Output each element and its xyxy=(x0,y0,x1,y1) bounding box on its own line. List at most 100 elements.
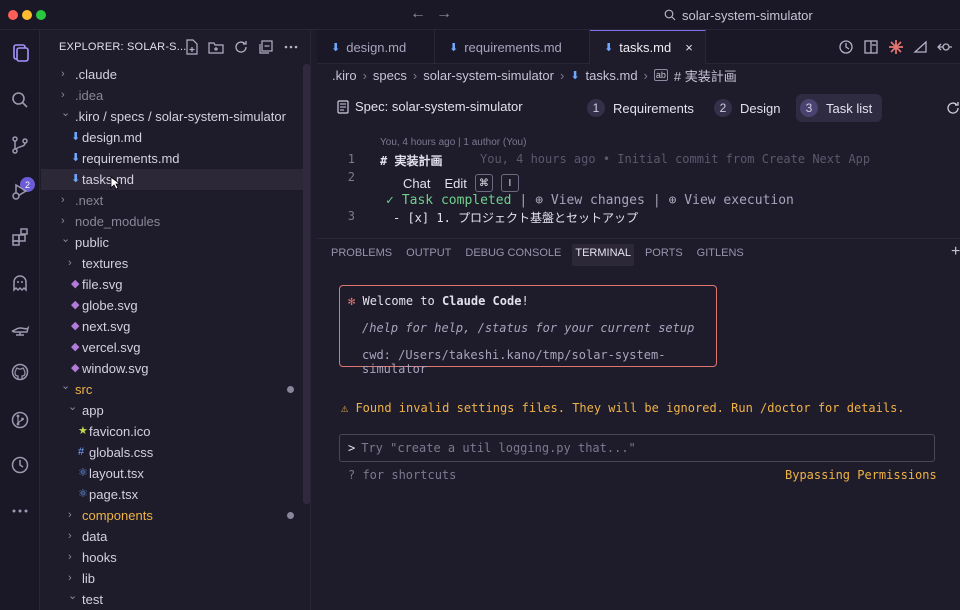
tree-item-layout-tsx[interactable]: ⚛ layout.tsx xyxy=(41,463,303,484)
breadcrumb-heading[interactable]: # 実装計画 xyxy=(674,66,737,85)
tab-output[interactable]: OUTPUT xyxy=(403,244,454,266)
breadcrumb-file[interactable]: tasks.md xyxy=(586,68,638,83)
tree-item-window-svg[interactable]: ◆ window.svg xyxy=(41,358,303,379)
open-preview-icon[interactable] xyxy=(863,39,879,55)
lamp-icon[interactable] xyxy=(0,313,40,343)
tab-label: tasks.md xyxy=(619,40,672,55)
tab-tasks-md[interactable]: ⬇ tasks.md × xyxy=(590,30,706,64)
collapse-all-icon[interactable] xyxy=(258,39,274,55)
zoom-window-button[interactable] xyxy=(36,10,46,20)
chevron-down-icon[interactable]: ⌄ xyxy=(61,229,70,250)
chevron-down-icon[interactable]: ⌄ xyxy=(61,376,70,397)
source-control-icon[interactable] xyxy=(0,130,40,160)
tab-debug-console[interactable]: DEBUG CONSOLE xyxy=(462,244,564,266)
search-icon[interactable] xyxy=(0,85,40,115)
chevron-right-icon[interactable]: › xyxy=(61,190,65,211)
tree-item-requirements-md[interactable]: ⬇ requirements.md xyxy=(41,148,303,169)
tree-item-globe-svg[interactable]: ◆ globe.svg xyxy=(41,295,303,316)
history-icon[interactable] xyxy=(838,39,854,55)
tree-item-node-modules[interactable]: › node_modules xyxy=(41,211,303,232)
claude-prompt-input[interactable]: > Try "create a util logging.py that..." xyxy=(339,434,935,462)
tab-problems[interactable]: PROBLEMS xyxy=(328,244,395,266)
git-graph-icon[interactable] xyxy=(0,405,40,435)
inline-blame: You, 4 hours ago • Initial commit from C… xyxy=(480,152,871,166)
tree-item-tasks-md[interactable]: ⬇ tasks.md xyxy=(41,169,303,190)
breadcrumb: .kiro › specs › solar-system-simulator ›… xyxy=(332,64,737,86)
settings-warning: ⚠ Found invalid settings files. They wil… xyxy=(341,401,905,415)
step-number: 1 xyxy=(587,99,605,117)
edit-button[interactable]: Edit xyxy=(444,176,466,191)
step-design[interactable]: 2 Design xyxy=(710,94,790,122)
tree-item-app[interactable]: ⌄ app xyxy=(41,400,303,421)
tree-item-next-svg[interactable]: ◆ next.svg xyxy=(41,316,303,337)
breadcrumb-kiro[interactable]: .kiro xyxy=(332,68,357,83)
breadcrumb-project[interactable]: solar-system-simulator xyxy=(423,68,554,83)
chevron-right-icon[interactable]: › xyxy=(68,526,72,547)
refresh-icon[interactable] xyxy=(945,100,960,116)
tree-item-textures[interactable]: › textures xyxy=(41,253,303,274)
refresh-icon[interactable] xyxy=(233,39,249,55)
close-window-button[interactable] xyxy=(8,10,18,20)
claude-spark-icon[interactable] xyxy=(888,39,904,55)
explorer-icon[interactable] xyxy=(0,38,40,68)
minimize-window-button[interactable] xyxy=(22,10,32,20)
back-arrow-icon[interactable]: ← xyxy=(410,5,426,23)
tree-item-components[interactable]: › components xyxy=(41,505,303,526)
tree-item-claude[interactable]: › .claude xyxy=(41,64,303,85)
chevron-right-icon[interactable]: › xyxy=(68,253,72,274)
new-folder-icon[interactable] xyxy=(208,39,224,55)
tree-item-label: page.tsx xyxy=(89,487,139,502)
tree-item-label: node_modules xyxy=(75,214,161,229)
chevron-down-icon[interactable]: ⌄ xyxy=(61,103,70,124)
github-icon[interactable] xyxy=(0,357,40,387)
breadcrumb-specs[interactable]: specs xyxy=(373,68,407,83)
tree-item-data[interactable]: › data xyxy=(41,526,303,547)
close-tab-icon[interactable]: × xyxy=(685,40,693,55)
activity-bar: 2 xyxy=(0,30,40,610)
tree-item-page-tsx[interactable]: ⚛ page.tsx xyxy=(41,484,303,505)
chat-button[interactable]: Chat xyxy=(403,176,430,191)
new-file-icon[interactable] xyxy=(184,39,200,55)
codelens-blame[interactable]: You, 4 hours ago | 1 author (You) xyxy=(380,137,526,148)
tab-requirements-md[interactable]: ⬇ requirements.md xyxy=(435,30,590,64)
tree-item-kiro-specs-solar-system-simulator[interactable]: ⌄ .kiro / specs / solar-system-simulator xyxy=(41,106,303,127)
view-execution-link[interactable]: ⊕ View execution xyxy=(669,193,794,208)
chevron-down-icon[interactable]: ⌄ xyxy=(68,586,77,607)
tree-item-vercel-svg[interactable]: ◆ vercel.svg xyxy=(41,337,303,358)
tree-item-file-svg[interactable]: ◆ file.svg xyxy=(41,274,303,295)
ghost-icon[interactable] xyxy=(0,268,40,298)
add-terminal-icon[interactable]: + xyxy=(951,243,960,261)
view-changes-link[interactable]: ⊕ View changes xyxy=(535,193,645,208)
tab-design-md[interactable]: ⬇ design.md xyxy=(317,30,435,64)
forward-arrow-icon[interactable]: → xyxy=(436,5,452,23)
tree-item-src[interactable]: ⌄ src xyxy=(41,379,303,400)
git-compare-icon[interactable] xyxy=(913,39,929,55)
chevron-down-icon[interactable]: ⌄ xyxy=(68,397,77,418)
step-task-list[interactable]: 3 Task list xyxy=(796,94,883,122)
chevron-right-icon[interactable]: › xyxy=(61,64,65,85)
tab-gitlens[interactable]: GITLENS xyxy=(694,244,747,266)
tree-item-favicon-ico[interactable]: ★ favicon.ico xyxy=(41,421,303,442)
tree-item-lib[interactable]: › lib xyxy=(41,568,303,589)
sidebar-scrollbar[interactable] xyxy=(303,64,310,504)
step-number: 3 xyxy=(800,99,818,117)
tree-item-test[interactable]: ⌄ test xyxy=(41,589,303,610)
tree-item-idea[interactable]: › .idea xyxy=(41,85,303,106)
tab-terminal[interactable]: TERMINAL xyxy=(572,244,634,266)
tree-item-public[interactable]: ⌄ public xyxy=(41,232,303,253)
step-requirements[interactable]: 1 Requirements xyxy=(583,94,704,122)
more-icon[interactable] xyxy=(0,496,40,526)
timeline-icon[interactable] xyxy=(0,450,40,480)
command-center-search[interactable]: solar-system-simulator xyxy=(664,6,813,24)
tab-ports[interactable]: PORTS xyxy=(642,244,686,266)
git-commit-icon[interactable] xyxy=(937,39,953,55)
tree-item-globals-css[interactable]: # globals.css xyxy=(41,442,303,463)
tree-item-next[interactable]: › .next xyxy=(41,190,303,211)
run-debug-icon[interactable] xyxy=(0,176,40,206)
chevron-right-icon[interactable]: › xyxy=(68,505,72,526)
chevron-right-icon[interactable]: › xyxy=(68,547,72,568)
tree-item-design-md[interactable]: ⬇ design.md xyxy=(41,127,303,148)
extensions-icon[interactable] xyxy=(0,222,40,252)
more-actions-icon[interactable] xyxy=(283,39,299,55)
tree-item-hooks[interactable]: › hooks xyxy=(41,547,303,568)
